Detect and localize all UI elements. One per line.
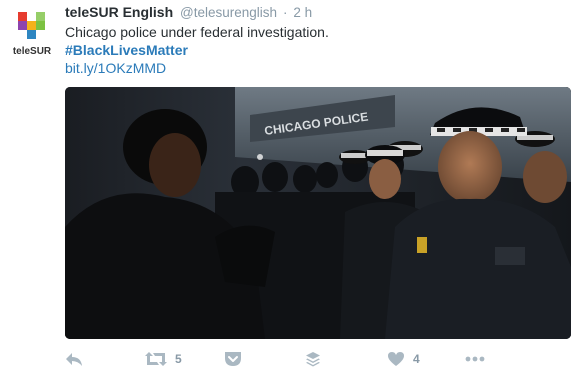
pocket-button[interactable] — [224, 346, 242, 372]
author-handle[interactable]: @telesurenglish — [180, 5, 277, 20]
avatar-label: teleSUR — [13, 46, 52, 57]
author-name[interactable]: teleSUR English — [65, 4, 173, 20]
tweet-header: teleSUR English @telesurenglish · 2 h — [65, 3, 312, 22]
reply-icon — [66, 353, 82, 366]
heart-icon — [388, 352, 404, 366]
reply-button[interactable] — [65, 346, 83, 372]
retweet-button[interactable]: 5 — [145, 346, 182, 372]
retweet-count: 5 — [175, 352, 182, 366]
photo-police-scene: CHICAGO POLICE — [65, 87, 571, 339]
hashtag-link[interactable]: #BlackLivesMatter — [65, 42, 188, 58]
buffer-icon — [306, 352, 320, 367]
tweet-photo[interactable]: CHICAGO POLICE — [65, 87, 571, 339]
more-icon — [465, 356, 485, 362]
telesur-logo: teleSUR — [13, 12, 52, 57]
header-separator: · — [282, 5, 288, 20]
tweet-text-line: Chicago police under federal investigati… — [65, 24, 329, 40]
like-button[interactable]: 4 — [387, 346, 420, 372]
tweet-text: Chicago police under federal investigati… — [65, 23, 329, 77]
avatar[interactable]: teleSUR — [8, 10, 56, 58]
tweet-actions: 5 4 — [65, 346, 571, 372]
retweet-icon — [145, 352, 167, 366]
timestamp[interactable]: 2 h — [293, 5, 312, 20]
more-button[interactable] — [465, 346, 485, 372]
like-count: 4 — [413, 352, 420, 366]
buffer-button[interactable] — [305, 346, 321, 372]
url-link[interactable]: bit.ly/1OKzMMD — [65, 60, 166, 76]
pocket-icon — [225, 352, 241, 366]
